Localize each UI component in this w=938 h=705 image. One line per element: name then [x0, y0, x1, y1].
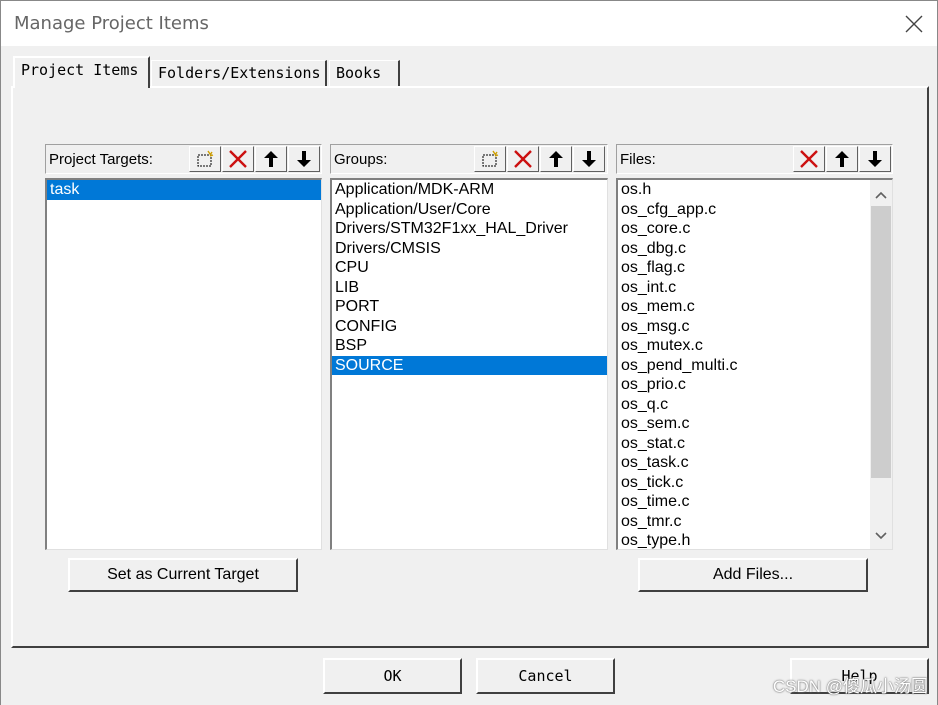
arrow-up-icon — [835, 151, 849, 167]
list-item[interactable]: os_time.c — [618, 492, 892, 512]
button-label: Set as Current Target — [107, 566, 259, 583]
move-up-group-button[interactable] — [540, 146, 572, 172]
move-up-target-button[interactable] — [255, 146, 287, 172]
close-button[interactable] — [897, 7, 931, 41]
scroll-down-button[interactable] — [870, 525, 892, 547]
new-target-button[interactable] — [189, 146, 221, 172]
list-item[interactable]: PORT — [332, 297, 607, 317]
list-item[interactable]: Drivers/STM32F1xx_HAL_Driver — [332, 219, 607, 239]
tab-label: Books — [336, 64, 382, 82]
delete-icon — [514, 150, 532, 168]
new-item-icon — [482, 150, 499, 167]
files-label: Files: — [620, 151, 656, 168]
tab-folders-extensions[interactable]: Folders/Extensions — [151, 60, 327, 86]
cancel-button[interactable]: Cancel — [476, 658, 615, 694]
list-item[interactable]: LIB — [332, 278, 607, 298]
arrow-up-icon — [264, 151, 278, 167]
delete-icon — [229, 150, 247, 168]
targets-label: Project Targets: — [49, 151, 153, 168]
new-item-icon — [197, 150, 214, 167]
list-item[interactable]: Drivers/CMSIS — [332, 239, 607, 259]
list-item[interactable]: os_prio.c — [618, 375, 892, 395]
arrow-down-icon — [297, 151, 311, 167]
groups-header: Groups: — [330, 144, 608, 174]
scroll-thumb[interactable] — [871, 206, 891, 478]
list-item[interactable]: BSP — [332, 336, 607, 356]
list-item[interactable]: os_cfg_app.c — [618, 200, 892, 220]
groups-label: Groups: — [334, 151, 388, 168]
arrow-down-icon — [582, 151, 596, 167]
list-item[interactable]: os_task.c — [618, 453, 892, 473]
groups-list[interactable]: Application/MDK-ARM Application/User/Cor… — [330, 178, 608, 550]
targets-header: Project Targets: — [45, 144, 322, 174]
tab-label: Folders/Extensions — [158, 64, 321, 82]
list-item[interactable]: os_mutex.c — [618, 336, 892, 356]
window-title: Manage Project Items — [14, 13, 209, 34]
delete-file-button[interactable] — [793, 146, 825, 172]
list-item[interactable]: os_q.c — [618, 395, 892, 415]
files-list[interactable]: os.h os_cfg_app.c os_core.c os_dbg.c os_… — [616, 178, 893, 550]
list-item[interactable]: os_dbg.c — [618, 239, 892, 259]
scroll-up-button[interactable] — [870, 184, 892, 206]
delete-group-button[interactable] — [507, 146, 539, 172]
arrow-down-icon — [868, 151, 882, 167]
targets-list[interactable]: task — [45, 178, 322, 550]
watermark: CSDN @傻瓜小汤圆 — [772, 677, 928, 696]
move-down-group-button[interactable] — [573, 146, 605, 172]
list-item[interactable]: os.h — [618, 180, 892, 200]
button-label: OK — [383, 667, 402, 685]
arrow-up-icon — [549, 151, 563, 167]
ok-button[interactable]: OK — [323, 658, 462, 694]
list-item[interactable]: CONFIG — [332, 317, 607, 337]
files-header: Files: — [616, 144, 893, 174]
chevron-up-icon — [875, 191, 887, 199]
list-item[interactable]: os_tick.c — [618, 473, 892, 493]
chevron-down-icon — [875, 532, 887, 540]
list-item[interactable]: os_type.h — [618, 531, 892, 549]
list-item[interactable]: os_pend_multi.c — [618, 356, 892, 376]
list-item[interactable]: os_int.c — [618, 278, 892, 298]
files-scrollbar[interactable] — [870, 180, 892, 549]
close-icon — [905, 15, 923, 33]
tab-project-items[interactable]: Project Items — [13, 56, 150, 88]
button-label: Cancel — [518, 667, 573, 685]
move-down-file-button[interactable] — [859, 146, 891, 172]
list-item[interactable]: task — [47, 180, 321, 200]
list-item[interactable]: os_core.c — [618, 219, 892, 239]
list-item[interactable]: SOURCE — [332, 355, 607, 375]
set-current-target-button[interactable]: Set as Current Target — [68, 558, 298, 592]
list-item[interactable]: os_sem.c — [618, 414, 892, 434]
delete-icon — [800, 150, 818, 168]
button-label: Add Files... — [712, 566, 794, 583]
list-item[interactable]: os_stat.c — [618, 434, 892, 454]
list-item[interactable]: CPU — [332, 258, 607, 278]
tab-label: Project Items — [21, 61, 139, 79]
move-up-file-button[interactable] — [826, 146, 858, 172]
list-item[interactable]: os_mem.c — [618, 297, 892, 317]
delete-target-button[interactable] — [222, 146, 254, 172]
tab-books[interactable]: Books — [329, 60, 400, 86]
list-item[interactable]: os_tmr.c — [618, 512, 892, 532]
add-files-button[interactable]: Add Files... — [638, 558, 868, 592]
list-item[interactable]: Application/User/Core — [332, 200, 607, 220]
new-group-button[interactable] — [474, 146, 506, 172]
move-down-target-button[interactable] — [288, 146, 320, 172]
list-item[interactable]: Application/MDK-ARM — [332, 180, 607, 200]
list-item[interactable]: os_flag.c — [618, 258, 892, 278]
list-item[interactable]: os_msg.c — [618, 317, 892, 337]
title-bar: Manage Project Items — [0, 0, 938, 46]
